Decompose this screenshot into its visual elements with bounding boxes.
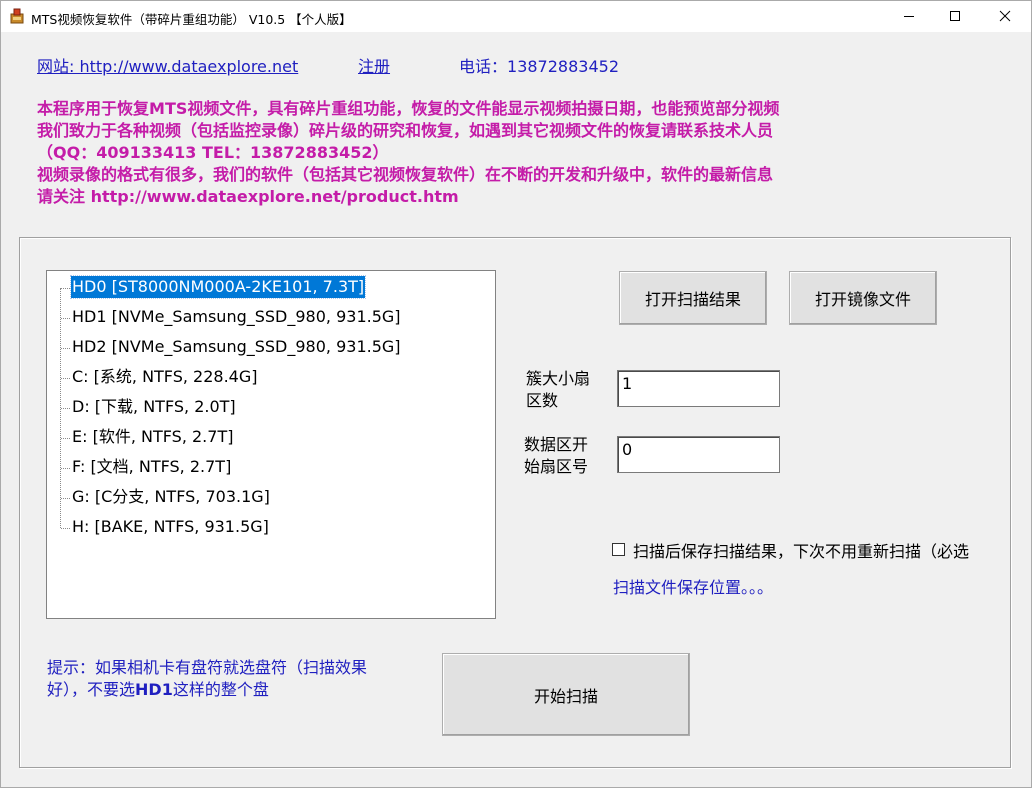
start-scan-button[interactable]: 开始扫描 bbox=[442, 653, 690, 736]
data-start-sector-input[interactable]: 0 bbox=[617, 436, 780, 473]
maximize-icon bbox=[950, 11, 960, 21]
tree-item-f[interactable]: F: [文档, NTFS, 2.7T] bbox=[47, 456, 487, 480]
tree-item-hd2[interactable]: HD2 [NVMe_Samsung_SSD_980, 931.5G] bbox=[47, 336, 487, 360]
intro-line-1b: MTS bbox=[149, 99, 188, 118]
intro-line-1c: 视频文件，具有碎片重组功能，恢复的文件能显示视频拍摄日期，也能预览部分视频 bbox=[187, 99, 780, 118]
tree-item-e[interactable]: E: [软件, NTFS, 2.7T] bbox=[47, 426, 487, 450]
phone-number: 13872883452 bbox=[507, 57, 619, 76]
tree-item-hd0[interactable]: HD0 [ST8000NM000A-2KE101, 7.3T] bbox=[47, 275, 487, 300]
tree-item-c[interactable]: C: [系统, NTFS, 228.4G] bbox=[47, 366, 487, 390]
hint-hd1: HD1 bbox=[135, 680, 173, 699]
intro-line-3a: （ bbox=[37, 143, 54, 162]
intro-line-1a: 本程序用于恢复 bbox=[37, 99, 150, 118]
intro-line-1: 本程序用于恢复MTS视频文件，具有碎片重组功能，恢复的文件能显示视频拍摄日期，也… bbox=[37, 95, 779, 119]
tree-item-hd1[interactable]: HD1 [NVMe_Samsung_SSD_980, 931.5G] bbox=[47, 306, 487, 330]
tree-item-label: HD2 [NVMe_Samsung_SSD_980, 931.5G] bbox=[72, 337, 401, 356]
minimize-icon bbox=[904, 16, 914, 17]
product-link: http://www.dataexplore.net/product.htm bbox=[90, 187, 459, 206]
close-icon bbox=[999, 10, 1011, 22]
tree-item-g[interactable]: G: [C分支, NTFS, 703.1G] bbox=[47, 486, 487, 510]
intro-line-3: （QQ：409133413 TEL：13872883452） bbox=[37, 139, 389, 163]
save-location-link[interactable]: 扫描文件保存位置。。。 bbox=[613, 574, 773, 598]
minimize-button[interactable] bbox=[886, 0, 932, 32]
intro-line-4: 视频录像的格式有很多，我们的软件（包括其它视频恢复软件）在不断的开发和升级中，软… bbox=[37, 165, 774, 184]
intro-line-3c: ） bbox=[372, 143, 389, 162]
phone-info: 电话：13872883452 bbox=[459, 53, 619, 77]
open-scan-result-button[interactable]: 打开扫描结果 bbox=[619, 271, 767, 325]
title-bar: MTS视频恢复软件（带碎片重组功能） V10.5 【个人版】 bbox=[0, 0, 1032, 32]
tree-item-label: C: [系统, NTFS, 228.4G] bbox=[72, 367, 258, 386]
phone-prefix: 电话： bbox=[459, 57, 508, 76]
tree-item-label: D: [下载, NTFS, 2.0T] bbox=[72, 397, 236, 416]
tree-item-label: HD1 [NVMe_Samsung_SSD_980, 931.5G] bbox=[72, 307, 401, 326]
tree-item-label: E: [软件, NTFS, 2.7T] bbox=[72, 427, 234, 446]
tree-item-label: H: [BAKE, NTFS, 931.5G] bbox=[72, 517, 269, 536]
hint-line-2: 好），不要选HD1这样的整个盘 bbox=[47, 676, 269, 700]
cluster-size-input[interactable]: 1 bbox=[617, 370, 780, 407]
window-title: MTS视频恢复软件（带碎片重组功能） V10.5 【个人版】 bbox=[31, 12, 352, 27]
cluster-size-label: 簇大小扇区数 bbox=[526, 369, 591, 410]
tree-item-d[interactable]: D: [下载, NTFS, 2.0T] bbox=[47, 396, 487, 420]
tree-item-label: F: [文档, NTFS, 2.7T] bbox=[72, 457, 232, 476]
save-scan-checkbox[interactable] bbox=[612, 543, 625, 556]
tree-item-label: HD0 [ST8000NM000A-2KE101, 7.3T] bbox=[69, 275, 367, 299]
hint-line-2c: 这样的整个盘 bbox=[172, 680, 269, 699]
intro-line-5a: 请关注 bbox=[37, 187, 91, 206]
tree-item-label: G: [C分支, NTFS, 703.1G] bbox=[72, 487, 270, 506]
close-button[interactable] bbox=[982, 0, 1028, 32]
intro-line-2: 我们致力于各种视频（包括监控录像）碎片级的研究和恢复，如遇到其它视频文件的恢复请… bbox=[37, 121, 774, 140]
maximize-button[interactable] bbox=[932, 0, 978, 32]
register-link[interactable]: 注册 bbox=[358, 53, 390, 77]
intro-contact: QQ：409133413 TEL：13872883452 bbox=[53, 143, 373, 162]
website-link[interactable]: 网站: http://www.dataexplore.net bbox=[37, 53, 298, 77]
open-image-file-button[interactable]: 打开镜像文件 bbox=[789, 271, 937, 325]
tree-item-h[interactable]: H: [BAKE, NTFS, 931.5G] bbox=[47, 516, 487, 540]
hint-line-2a: 好），不要选 bbox=[47, 680, 136, 699]
app-icon bbox=[10, 8, 24, 24]
save-scan-checkbox-label[interactable]: 扫描后保存扫描结果，下次不用重新扫描（必选 bbox=[633, 538, 1003, 562]
hint-line-1: 提示：如果相机卡有盘符就选盘符（扫描效果 bbox=[47, 658, 368, 677]
intro-line-5: 请关注 http://www.dataexplore.net/product.h… bbox=[37, 183, 459, 207]
data-start-sector-label: 数据区开始扇区号 bbox=[524, 435, 589, 476]
drive-tree[interactable]: HD0 [ST8000NM000A-2KE101, 7.3T] HD1 [NVM… bbox=[46, 270, 496, 619]
